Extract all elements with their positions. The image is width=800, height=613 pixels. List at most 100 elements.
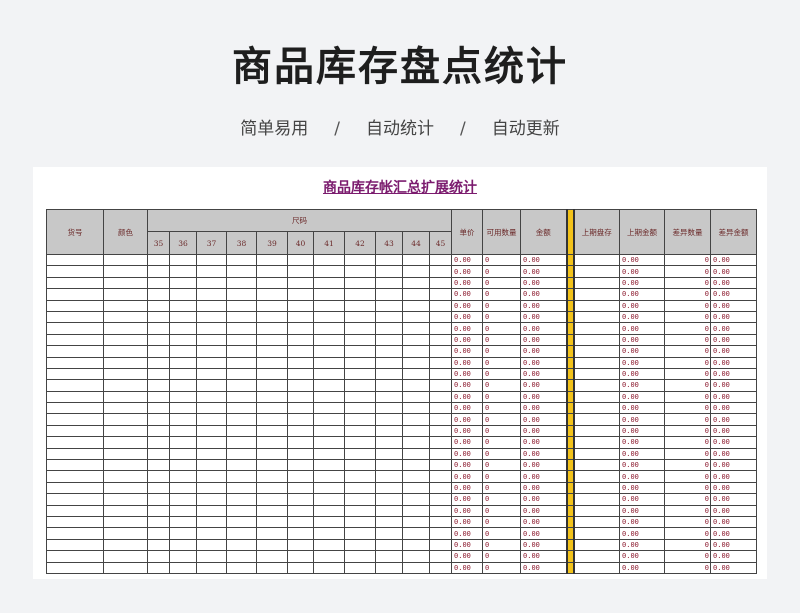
cell-size[interactable] xyxy=(402,538,430,552)
cell-color[interactable] xyxy=(103,481,148,495)
cell-size[interactable] xyxy=(313,504,345,518)
cell-amount[interactable]: 0.00 xyxy=(520,550,568,563)
cell-color[interactable] xyxy=(103,561,148,574)
cell-size[interactable] xyxy=(344,550,376,563)
cell-last-amount[interactable]: 0.00 xyxy=(619,527,666,540)
cell-diff-amount[interactable]: 0.00 xyxy=(710,276,758,290)
cell-size[interactable] xyxy=(169,550,197,563)
cell-size[interactable] xyxy=(344,413,376,426)
cell-diff-qty[interactable]: 0 xyxy=(664,436,712,449)
cell-size[interactable] xyxy=(402,481,430,495)
cell-size[interactable] xyxy=(344,470,376,483)
cell-size[interactable] xyxy=(375,538,403,552)
cell-size[interactable] xyxy=(256,561,288,574)
cell-size[interactable] xyxy=(147,413,170,426)
cell-last-amount[interactable]: 0.00 xyxy=(619,345,666,358)
cell-color[interactable] xyxy=(103,356,148,369)
cell-unit-price[interactable]: 0.00 xyxy=(451,288,484,301)
cell-diff-qty[interactable]: 0 xyxy=(664,333,712,347)
cell-available-qty[interactable]: 0 xyxy=(482,253,522,267)
cell-available-qty[interactable]: 0 xyxy=(482,345,522,358)
cell-last-amount[interactable]: 0.00 xyxy=(619,253,666,267)
cell-available-qty[interactable]: 0 xyxy=(482,550,522,563)
cell-color[interactable] xyxy=(103,276,148,290)
cell-size[interactable] xyxy=(375,322,403,335)
cell-size[interactable] xyxy=(313,436,345,449)
cell-size[interactable] xyxy=(287,447,314,461)
cell-size[interactable] xyxy=(313,527,345,540)
cell-size[interactable] xyxy=(287,322,314,335)
cell-size[interactable] xyxy=(402,333,430,347)
cell-size[interactable] xyxy=(402,322,430,335)
cell-size[interactable] xyxy=(226,299,257,312)
cell-size[interactable] xyxy=(287,345,314,358)
cell-last-stock[interactable] xyxy=(573,424,621,438)
cell-size[interactable] xyxy=(256,538,288,552)
cell-size[interactable] xyxy=(375,459,403,472)
cell-size[interactable] xyxy=(226,538,257,552)
cell-diff-qty[interactable]: 0 xyxy=(664,413,712,426)
cell-size[interactable] xyxy=(402,515,430,529)
cell-size[interactable] xyxy=(226,402,257,415)
cell-size[interactable] xyxy=(196,367,227,381)
cell-size[interactable] xyxy=(147,527,170,540)
cell-size[interactable] xyxy=(313,253,345,267)
cell-diff-qty[interactable]: 0 xyxy=(664,504,712,518)
cell-size[interactable] xyxy=(344,390,376,404)
cell-item-no[interactable] xyxy=(46,402,104,415)
cell-size[interactable] xyxy=(226,504,257,518)
cell-unit-price[interactable]: 0.00 xyxy=(451,265,484,278)
cell-color[interactable] xyxy=(103,367,148,381)
cell-last-amount[interactable]: 0.00 xyxy=(619,481,666,495)
cell-last-stock[interactable] xyxy=(573,436,621,449)
cell-amount[interactable]: 0.00 xyxy=(520,276,568,290)
cell-size[interactable] xyxy=(428,253,453,267)
cell-size[interactable] xyxy=(344,402,376,415)
cell-color[interactable] xyxy=(103,310,148,324)
cell-size[interactable] xyxy=(169,333,197,347)
cell-size[interactable] xyxy=(256,276,288,290)
cell-size[interactable] xyxy=(147,459,170,472)
cell-size[interactable] xyxy=(169,413,197,426)
cell-size[interactable] xyxy=(344,504,376,518)
cell-size[interactable] xyxy=(344,253,376,267)
cell-size[interactable] xyxy=(226,527,257,540)
cell-amount[interactable]: 0.00 xyxy=(520,333,568,347)
cell-diff-amount[interactable]: 0.00 xyxy=(710,288,758,301)
cell-size[interactable] xyxy=(402,527,430,540)
cell-size[interactable] xyxy=(402,367,430,381)
cell-size[interactable] xyxy=(375,288,403,301)
cell-size[interactable] xyxy=(256,459,288,472)
cell-diff-qty[interactable]: 0 xyxy=(664,402,712,415)
cell-size[interactable] xyxy=(402,390,430,404)
cell-size[interactable] xyxy=(226,550,257,563)
cell-size[interactable] xyxy=(196,470,227,483)
cell-size[interactable] xyxy=(287,356,314,369)
cell-last-amount[interactable]: 0.00 xyxy=(619,515,666,529)
cell-size[interactable] xyxy=(313,515,345,529)
cell-item-no[interactable] xyxy=(46,333,104,347)
cell-size[interactable] xyxy=(226,493,257,506)
cell-diff-amount[interactable]: 0.00 xyxy=(710,402,758,415)
cell-available-qty[interactable]: 0 xyxy=(482,390,522,404)
cell-size[interactable] xyxy=(313,299,345,312)
cell-diff-amount[interactable]: 0.00 xyxy=(710,470,758,483)
cell-size[interactable] xyxy=(169,310,197,324)
cell-size[interactable] xyxy=(313,322,345,335)
cell-size[interactable] xyxy=(344,345,376,358)
cell-diff-qty[interactable]: 0 xyxy=(664,481,712,495)
cell-size[interactable] xyxy=(344,481,376,495)
cell-size[interactable] xyxy=(196,493,227,506)
cell-item-no[interactable] xyxy=(46,345,104,358)
cell-amount[interactable]: 0.00 xyxy=(520,253,568,267)
cell-color[interactable] xyxy=(103,459,148,472)
cell-size[interactable] xyxy=(196,402,227,415)
cell-size[interactable] xyxy=(428,504,453,518)
cell-size[interactable] xyxy=(169,538,197,552)
cell-amount[interactable]: 0.00 xyxy=(520,493,568,506)
cell-color[interactable] xyxy=(103,253,148,267)
cell-size[interactable] xyxy=(147,493,170,506)
cell-color[interactable] xyxy=(103,515,148,529)
cell-unit-price[interactable]: 0.00 xyxy=(451,424,484,438)
cell-size[interactable] xyxy=(344,299,376,312)
